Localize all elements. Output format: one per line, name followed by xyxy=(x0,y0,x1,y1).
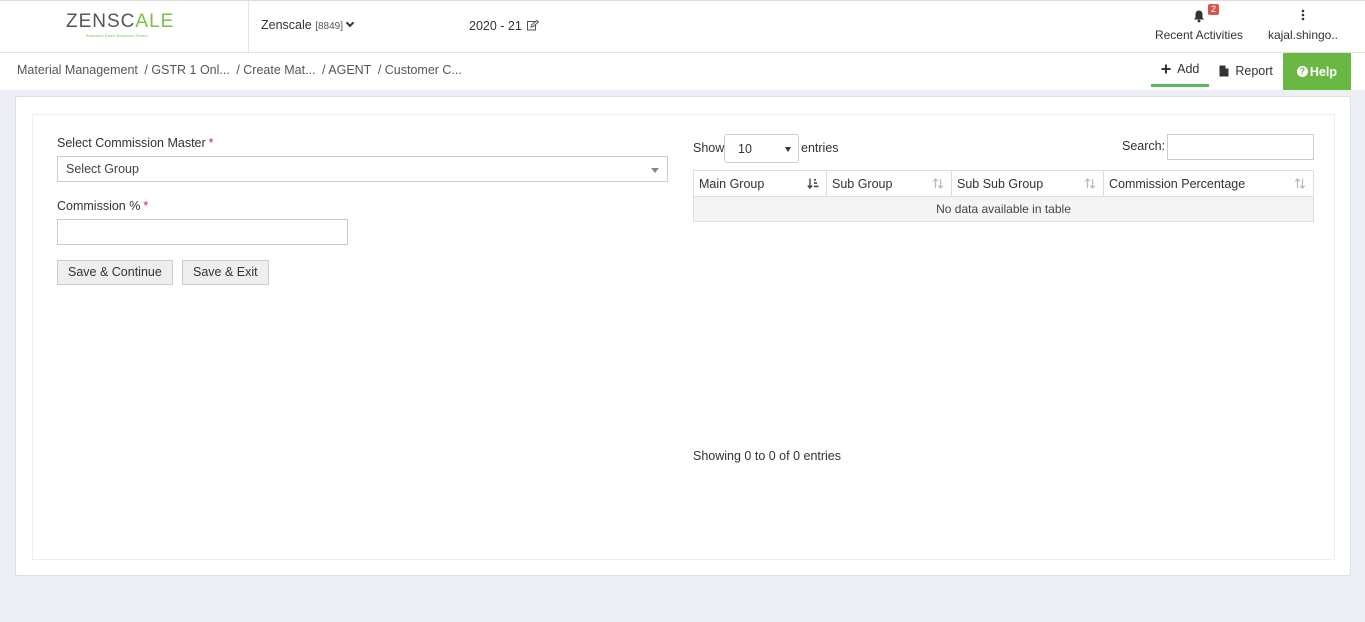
company-name: Zenscale xyxy=(261,18,312,32)
add-button[interactable]: Add xyxy=(1151,53,1210,87)
company-code: [8849] xyxy=(315,21,344,32)
help-button[interactable]: ? Help xyxy=(1282,53,1351,90)
top-navbar: ZENSCALE Business Ease Business Peace. Z… xyxy=(0,0,1365,53)
caret-down-icon xyxy=(651,168,659,173)
save-continue-button[interactable]: Save & Continue xyxy=(57,260,173,285)
breadcrumb-item[interactable]: Material Management xyxy=(17,63,138,77)
table-info: Showing 0 to 0 of 0 entries xyxy=(693,449,842,463)
chevron-down-icon xyxy=(345,18,355,28)
logo-text-green: ALE xyxy=(135,11,175,32)
breadcrumb-item[interactable]: / Create Mat... xyxy=(236,63,315,77)
search-label: Search: xyxy=(1122,139,1166,153)
save-exit-button[interactable]: Save & Exit xyxy=(182,260,269,285)
column-header-sub-sub-group[interactable]: Sub Sub Group xyxy=(951,170,1104,197)
recent-activities-label: Recent Activities xyxy=(1154,28,1244,42)
column-header-commission-percentage[interactable]: Commission Percentage xyxy=(1103,170,1314,197)
notification-count-badge: 2 xyxy=(1208,4,1220,15)
table-header-row: Main Group Sub Group Sub Sub Group Commi… xyxy=(693,170,1314,197)
logo-tagline: Business Ease Business Peace. xyxy=(86,33,150,38)
commission-percent-label: Commission % * xyxy=(57,199,149,213)
logo-text-dark: ZENSC xyxy=(66,11,136,32)
recent-activities-button[interactable]: Recent Activities xyxy=(1152,9,1246,42)
column-header-main-group[interactable]: Main Group xyxy=(693,170,827,197)
commission-master-select[interactable]: Select Group xyxy=(57,156,668,182)
entries-label: entries xyxy=(801,141,839,155)
required-mark: * xyxy=(143,199,149,213)
table-search-input[interactable] xyxy=(1167,134,1314,160)
plus-icon xyxy=(1161,64,1171,73)
table-row: No data available in table xyxy=(693,196,1314,222)
user-menu-button[interactable]: kajal.shingo.. xyxy=(1266,9,1340,42)
file-icon xyxy=(1219,65,1229,76)
header-divider xyxy=(248,1,249,53)
breadcrumb-item[interactable]: / Customer C... xyxy=(378,63,462,77)
sort-icon xyxy=(1084,178,1096,189)
add-label: Add xyxy=(1177,61,1200,76)
sort-icon xyxy=(932,178,944,189)
question-circle-icon: ? xyxy=(1296,66,1308,77)
help-label: Help xyxy=(1309,64,1337,79)
edit-icon[interactable] xyxy=(527,19,540,31)
financial-year-selector[interactable]: 2020 - 21 xyxy=(469,19,540,33)
breadcrumb-item[interactable]: / GSTR 1 Onl... xyxy=(144,63,229,77)
report-button[interactable]: Report xyxy=(1209,53,1283,88)
sort-asc-icon xyxy=(807,178,819,189)
page-actions: Add Report ? Help xyxy=(1151,53,1351,90)
bell-icon xyxy=(1194,10,1204,23)
empty-table-message: No data available in table xyxy=(693,196,1314,222)
breadcrumb: Material Management / GSTR 1 Onl... / Cr… xyxy=(17,63,465,77)
show-label: Show xyxy=(693,141,725,155)
required-mark: * xyxy=(208,136,214,150)
financial-year-value: 2020 - 21 xyxy=(469,19,522,33)
vertical-dots-icon xyxy=(1301,9,1305,21)
breadcrumb-bar: Material Management / GSTR 1 Onl... / Cr… xyxy=(0,53,1365,90)
commission-percent-input[interactable] xyxy=(57,219,348,245)
commission-master-value: Select Group xyxy=(66,162,139,176)
zenscale-logo[interactable]: ZENSCALE Business Ease Business Peace. xyxy=(66,11,182,39)
breadcrumb-item[interactable]: / AGENT xyxy=(322,63,371,77)
company-selector[interactable]: Zenscale [8849] xyxy=(261,18,355,32)
commission-table: Main Group Sub Group Sub Sub Group Commi… xyxy=(693,170,1314,222)
sort-icon xyxy=(1294,178,1306,189)
user-name-label: kajal.shingo.. xyxy=(1267,28,1339,42)
caret-down-icon xyxy=(785,147,791,152)
column-header-sub-group[interactable]: Sub Group xyxy=(826,170,952,197)
page-length-select[interactable]: 10 xyxy=(724,134,799,163)
page-length-value: 10 xyxy=(738,142,752,156)
report-label: Report xyxy=(1235,63,1273,78)
commission-master-label: Select Commission Master * xyxy=(57,136,214,150)
